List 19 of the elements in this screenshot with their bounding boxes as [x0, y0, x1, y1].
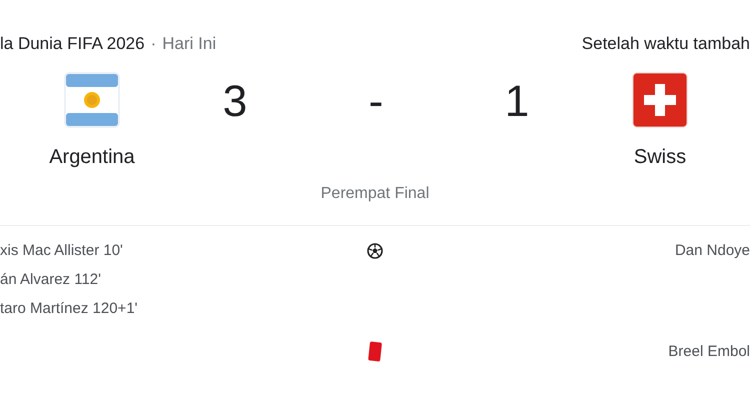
- separator-dot: ·: [150, 34, 156, 53]
- argentina-flag-icon: [64, 72, 120, 128]
- team-name: Argentina: [49, 146, 135, 169]
- player-name: Breel Embol: [668, 343, 750, 360]
- match-status: Setelah waktu tambah: [582, 34, 750, 54]
- booking-card-icon: [367, 340, 383, 362]
- competition-title: la Dunia FIFA 2026: [0, 34, 145, 53]
- scorer-name: taro Martínez 120+1': [0, 300, 138, 317]
- scorer-name: xis Mac Allister 10': [0, 242, 123, 259]
- team-name: Swiss: [634, 146, 686, 169]
- match-stage: Perempat Final: [320, 185, 430, 202]
- soccer-ball-icon: [367, 242, 383, 258]
- home-score: 3: [222, 80, 248, 124]
- away-score: 1: [504, 80, 530, 124]
- match-date: Hari Ini: [162, 34, 216, 53]
- scorer-name: Dan Ndoye: [674, 242, 750, 259]
- swiss-flag-icon: [632, 72, 688, 128]
- scorer-name: án Alvarez 112': [0, 271, 101, 288]
- score-separator: -: [368, 80, 384, 124]
